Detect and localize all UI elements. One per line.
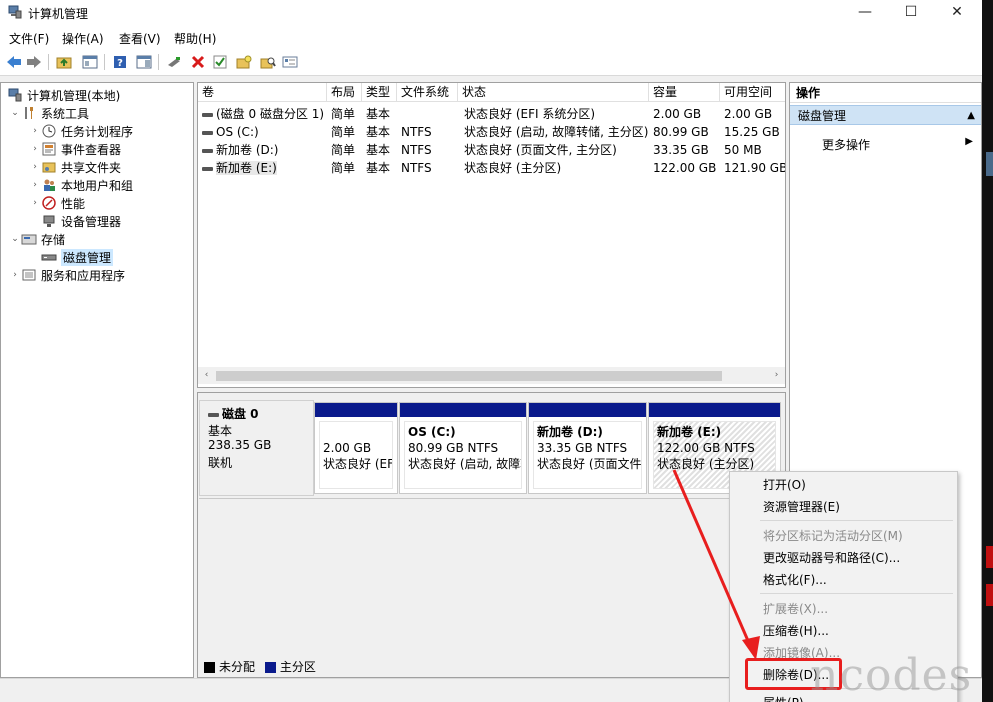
- watermark: ncodes: [810, 650, 973, 701]
- background-edge: [982, 0, 993, 702]
- computer-management-window: 计算机管理 — ☐ ✕ 文件(F) 操作(A) 查看(V) 帮助(H) ? 计算…: [0, 0, 982, 702]
- annotation-arrow-icon: [672, 469, 760, 660]
